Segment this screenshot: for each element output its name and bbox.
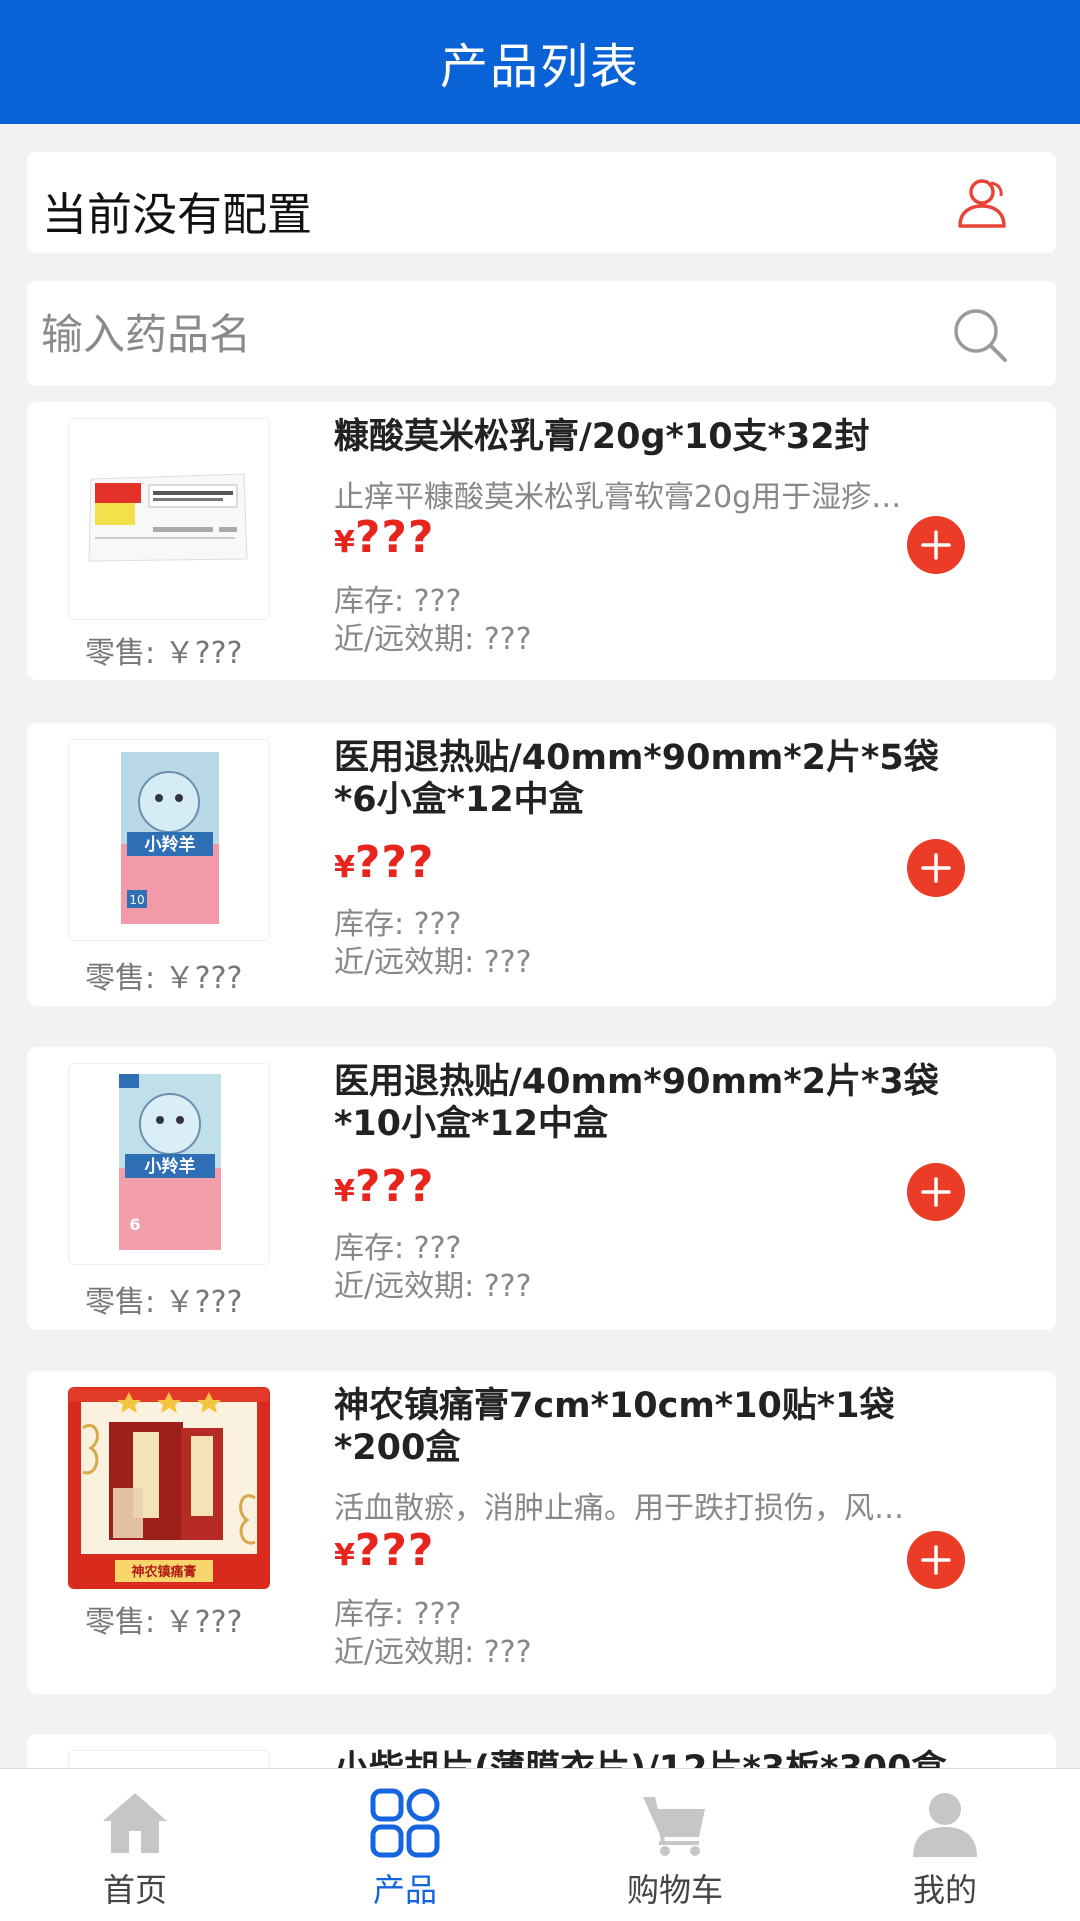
tab-cart[interactable]: 购物车 — [540, 1769, 810, 1921]
cooling-patch-box-image: 小羚羊 6 — [69, 1064, 269, 1264]
price-value: ??? — [354, 512, 435, 563]
product-image[interactable]: 神农镇痛膏 — [68, 1387, 270, 1589]
home-icon — [103, 1793, 167, 1853]
currency-symbol: ¥ — [334, 1174, 355, 1209]
product-name: 糠酸莫米松乳膏/20g*10支*32封 — [334, 417, 870, 457]
product-price: ¥??? — [334, 1161, 434, 1212]
expiry-text: 近/远效期: ??? — [334, 1269, 532, 1304]
add-to-cart-button[interactable] — [907, 1163, 965, 1221]
pain-plaster-box-image: 神农镇痛膏 — [69, 1388, 269, 1588]
product-image[interactable]: 小羚羊 10 — [68, 739, 270, 941]
user-group-icon[interactable] — [954, 176, 1010, 230]
package-count: 6 — [129, 1215, 140, 1234]
tab-home[interactable]: 首页 — [0, 1769, 270, 1921]
package-count: 10 — [129, 893, 144, 907]
search-bar — [27, 281, 1056, 386]
grid-icon — [370, 1788, 440, 1858]
search-input[interactable] — [39, 301, 923, 367]
cooling-patch-box-image: 小羚羊 10 — [69, 740, 269, 940]
tab-label: 我的 — [912, 1871, 977, 1909]
currency-symbol: ¥ — [334, 525, 355, 560]
package-label: 小羚羊 — [145, 834, 196, 855]
product-name: 医用退热贴/40mm*90mm*2片*5袋*6小盒*12中盒 — [334, 738, 939, 820]
price-value: ??? — [354, 837, 435, 888]
product-price: ¥??? — [334, 837, 434, 888]
tab-label: 产品 — [372, 1871, 437, 1909]
currency-symbol: ¥ — [334, 1538, 355, 1573]
price-value: ??? — [354, 1525, 435, 1576]
product-name: 医用退热贴/40mm*90mm*2片*3袋*10小盒*12中盒 — [334, 1062, 939, 1144]
retail-price: 零售: ￥??? — [85, 961, 243, 996]
app-header: 产品列表 — [0, 0, 1080, 124]
config-bar[interactable]: 当前没有配置 — [27, 152, 1056, 253]
tab-label: 购物车 — [626, 1871, 723, 1909]
add-to-cart-button[interactable] — [907, 839, 965, 897]
product-card[interactable]: 零售: ￥??? 糠酸莫米松乳膏/20g*10支*32封 止痒平糠酸莫米松乳膏软… — [27, 402, 1056, 680]
product-description: 止痒平糠酸莫米松乳膏软膏20g用于湿疹… — [334, 480, 902, 515]
package-label: 神农镇痛膏 — [131, 1564, 196, 1580]
add-to-cart-button[interactable] — [907, 516, 965, 574]
package-label: 小羚羊 — [145, 1156, 196, 1177]
cart-icon — [643, 1796, 705, 1856]
product-description: 活血散瘀，消肿止痛。用于跌打损伤，风… — [334, 1491, 904, 1526]
expiry-text: 近/远效期: ??? — [334, 622, 532, 657]
tab-products[interactable]: 产品 — [270, 1769, 540, 1921]
page-title: 产品列表 — [439, 39, 640, 95]
ointment-box-image — [69, 419, 269, 619]
product-image[interactable] — [68, 418, 270, 620]
plus-icon — [921, 1545, 951, 1575]
product-image[interactable]: 小羚羊 6 — [68, 1063, 270, 1265]
add-to-cart-button[interactable] — [907, 1531, 965, 1589]
person-icon — [913, 1793, 977, 1857]
plus-icon — [921, 530, 951, 560]
product-card[interactable]: 小羚羊 6 零售: ￥??? 医用退热贴/40mm*90mm*2片*3袋*10小… — [27, 1047, 1056, 1330]
product-price: ¥??? — [334, 1525, 434, 1576]
product-name: 神农镇痛膏7cm*10cm*10贴*1袋*200盒 — [334, 1386, 895, 1468]
retail-price: 零售: ￥??? — [85, 1285, 243, 1320]
retail-price: 零售: ￥??? — [85, 636, 243, 671]
plus-icon — [921, 1177, 951, 1207]
expiry-text: 近/远效期: ??? — [334, 1635, 532, 1670]
search-icon[interactable] — [949, 304, 1013, 368]
config-status-text: 当前没有配置 — [42, 188, 313, 241]
expiry-text: 近/远效期: ??? — [334, 945, 532, 980]
tab-label: 首页 — [102, 1871, 167, 1909]
price-value: ??? — [354, 1161, 435, 1212]
plus-icon — [921, 853, 951, 883]
product-card[interactable]: 小羚羊 10 零售: ￥??? 医用退热贴/40mm*90mm*2片*5袋*6小… — [27, 723, 1056, 1006]
currency-symbol: ¥ — [334, 850, 355, 885]
tab-mine[interactable]: 我的 — [810, 1769, 1080, 1921]
bottom-tab-bar: 首页 产品 购物车 我的 — [0, 1768, 1080, 1921]
product-card[interactable]: 神农镇痛膏 零售: ￥??? 神农镇痛膏7cm*10cm*10贴*1袋*200盒… — [27, 1371, 1056, 1694]
retail-price: 零售: ￥??? — [85, 1605, 243, 1640]
product-price: ¥??? — [334, 512, 434, 563]
